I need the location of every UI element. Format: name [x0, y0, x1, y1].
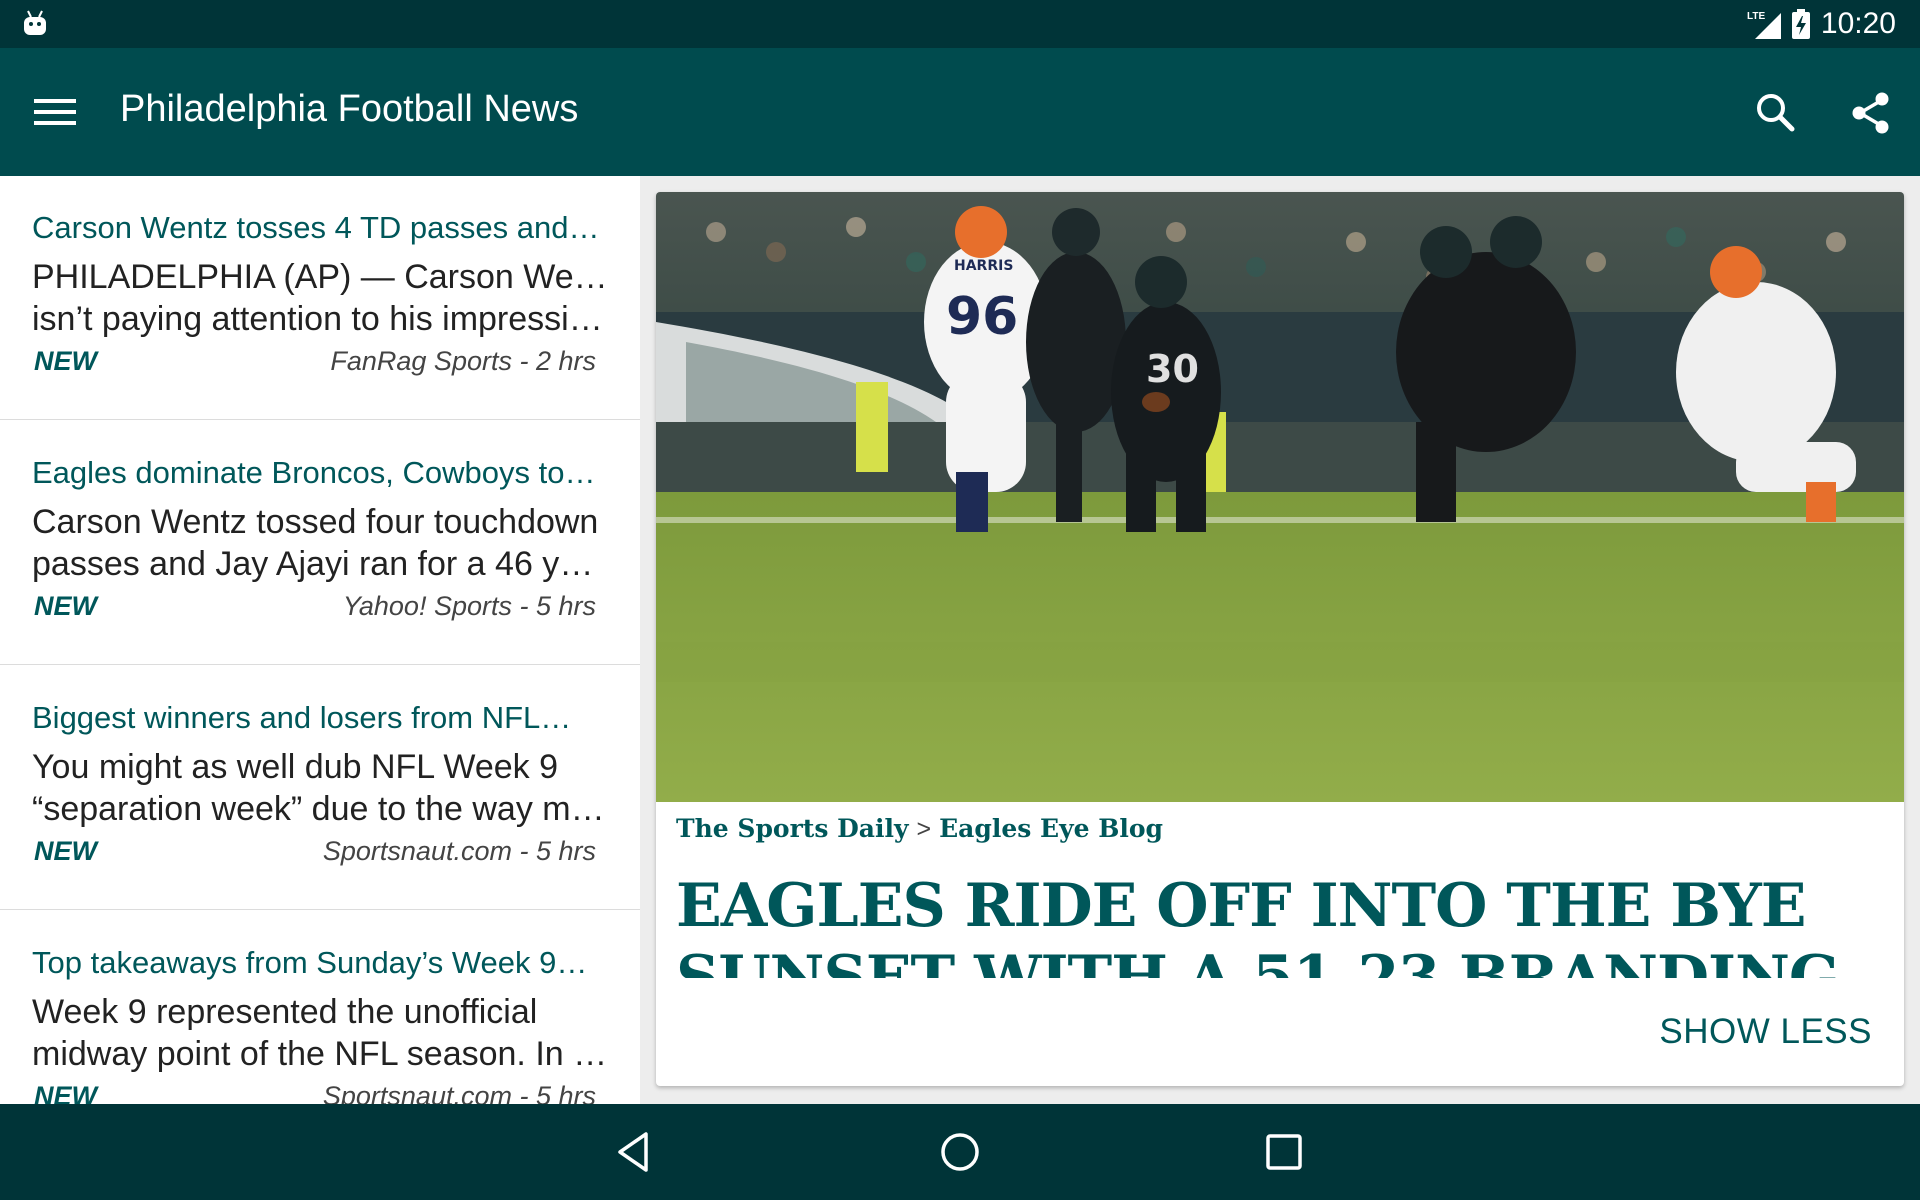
status-time: 10:20 — [1820, 7, 1896, 40]
snippet-line: Week 9 represented the unofficial — [32, 993, 538, 1031]
snippet-line: PHILADELPHIA (AP) — Carson Wentz — [32, 258, 610, 296]
article-photo[interactable]: 96 HARRIS 30 — [656, 192, 1904, 802]
new-badge: NEW — [34, 1081, 97, 1104]
show-less-button[interactable]: SHOW LESS — [1659, 1012, 1872, 1052]
menu-icon[interactable] — [34, 96, 76, 128]
list-item[interactable]: Eagles dominate Broncos, Cowboys to… Car… — [0, 421, 640, 665]
back-icon[interactable] — [610, 1126, 662, 1178]
lte-signal-icon: LTE — [1747, 11, 1781, 39]
article-title: Top takeaways from Sunday’s Week 9… — [32, 945, 588, 980]
snippet-line: isn’t paying attention to his impressive… — [32, 300, 610, 338]
battery-charging-icon — [1791, 9, 1810, 39]
android-notification-icon — [24, 10, 46, 35]
new-badge: NEW — [34, 836, 97, 866]
article-source: FanRag Sports - 2 hrs — [330, 346, 596, 376]
list-item[interactable]: Carson Wentz tosses 4 TD passes and… PHI… — [0, 176, 640, 420]
new-badge: NEW — [34, 591, 97, 621]
article-title: Biggest winners and losers from NFL… — [32, 700, 572, 735]
recents-icon[interactable] — [1258, 1126, 1310, 1178]
breadcrumb: The Sports Daily > Eagles Eye Blog — [676, 814, 1163, 844]
article-title: Carson Wentz tosses 4 TD passes and… — [32, 210, 600, 245]
article-title: Eagles dominate Broncos, Cowboys to… — [32, 455, 596, 490]
svg-text:96: 96 — [946, 287, 1018, 347]
article-snippet: PHILADELPHIA (AP) — Carson Wentz isn’t p… — [32, 256, 610, 340]
status-bar: LTE 10:20 — [0, 0, 1920, 48]
app-title: Philadelphia Football News — [120, 88, 579, 130]
article-source: Sportsnaut.com - 5 hrs — [322, 836, 596, 866]
snippet-line: You might as well dub NFL Week 9 — [32, 748, 559, 786]
article-source: Sportsnaut.com - 5 hrs — [322, 1081, 596, 1104]
article-source: Yahoo! Sports - 5 hrs — [342, 591, 596, 621]
snippet-line: passes and Jay Ajayi ran for a 46 yard … — [32, 545, 610, 583]
article-snippet: Carson Wentz tossed four touchdown passe… — [32, 501, 610, 585]
new-badge: NEW — [34, 346, 97, 376]
navigation-bar — [0, 1104, 1920, 1200]
snippet-line: midway point of the NFL season. In ma… — [32, 1035, 610, 1073]
svg-text:LTE: LTE — [1747, 11, 1765, 22]
featured-article-card[interactable]: 96 HARRIS 30 The Sports Daily > Eagles E… — [656, 192, 1904, 1086]
publisher-link[interactable]: The Sports Daily — [676, 814, 909, 843]
article-list: Carson Wentz tosses 4 TD passes and… PHI… — [0, 176, 640, 1104]
blog-link[interactable]: Eagles Eye Blog — [939, 814, 1163, 843]
home-icon[interactable] — [934, 1126, 986, 1178]
list-item[interactable]: Top takeaways from Sunday’s Week 9… Week… — [0, 911, 640, 1104]
snippet-line: “separation week” due to the way many… — [32, 790, 610, 828]
article-snippet: You might as well dub NFL Week 9 “separa… — [32, 746, 610, 830]
snippet-line: Carson Wentz tossed four touchdown — [32, 503, 599, 541]
status-icons: LTE 10:20 — [1747, 6, 1896, 42]
article-snippet: Week 9 represented the unofficial midway… — [32, 991, 610, 1075]
search-icon[interactable] — [1750, 88, 1800, 138]
app-bar: Philadelphia Football News — [0, 48, 1920, 176]
svg-text:30: 30 — [1146, 347, 1199, 391]
breadcrumb-separator: > — [916, 815, 932, 843]
headline-container: EAGLES RIDE OFF INTO THE BYE SUNSET WITH… — [676, 870, 1886, 978]
list-item[interactable]: Biggest winners and losers from NFL… You… — [0, 666, 640, 910]
share-icon[interactable] — [1846, 88, 1896, 138]
svg-text:HARRIS: HARRIS — [954, 258, 1013, 274]
article-headline: EAGLES RIDE OFF INTO THE BYE SUNSET WITH… — [676, 871, 1840, 978]
